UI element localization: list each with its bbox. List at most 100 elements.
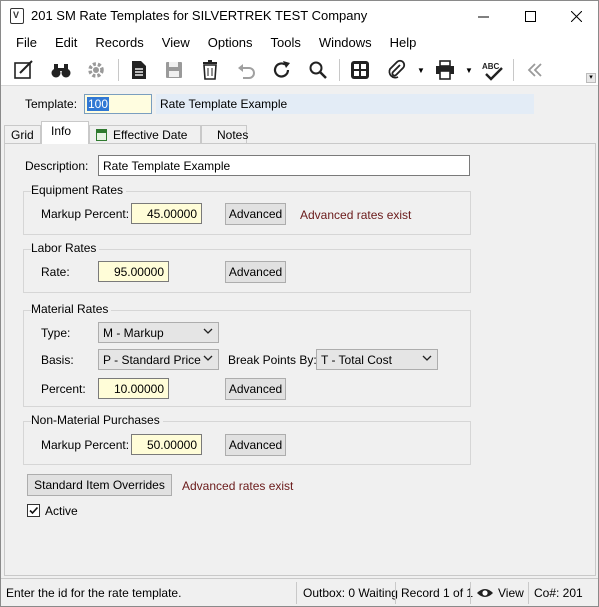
labor-rates-title: Labor Rates <box>31 241 100 255</box>
calendar-icon <box>96 129 107 141</box>
break-points-label: Break Points By: <box>228 353 317 367</box>
equipment-advanced-note: Advanced rates exist <box>300 208 412 222</box>
equipment-rates-title: Equipment Rates <box>31 183 127 197</box>
edit-icon <box>14 60 33 79</box>
toolbar: ▼ ▼ ABC ▾ <box>1 53 598 86</box>
find-button[interactable] <box>48 57 74 83</box>
chevron-down-icon <box>203 355 213 361</box>
material-percent-field[interactable]: 10.00000 <box>98 378 169 399</box>
rate-templates-window: 201 SM Rate Templates for SILVERTREK TES… <box>0 0 599 607</box>
toolbar-overflow-arrow[interactable]: ▾ <box>586 73 596 83</box>
active-label: Active <box>45 504 78 518</box>
description-label: Description: <box>25 159 89 173</box>
labor-rate-label: Rate: <box>41 265 70 279</box>
window-title: 201 SM Rate Templates for SILVERTREK TES… <box>31 8 368 23</box>
calculator-icon <box>351 61 369 79</box>
active-checkbox[interactable] <box>27 504 40 517</box>
menu-file[interactable]: File <box>7 35 46 50</box>
collapse-icon <box>527 63 542 77</box>
close-icon <box>570 10 582 22</box>
title-bar: 201 SM Rate Templates for SILVERTREK TES… <box>1 1 598 31</box>
svg-text:ABC: ABC <box>482 62 500 71</box>
minimize-button[interactable] <box>460 1 506 31</box>
print-dropdown-icon[interactable]: ▼ <box>465 66 473 75</box>
attachment-icon <box>388 59 406 79</box>
menu-view[interactable]: View <box>153 35 199 50</box>
info-panel: Description: Rate Template Example Equip… <box>4 143 596 576</box>
material-basis-select[interactable]: P - Standard Price <box>98 349 219 370</box>
template-description-display: Rate Template Example <box>156 94 534 114</box>
tab-info[interactable]: Info <box>41 121 89 144</box>
settings-button[interactable] <box>83 57 109 83</box>
calculator-button[interactable] <box>347 57 373 83</box>
material-advanced-button[interactable]: Advanced <box>225 378 286 400</box>
equipment-markup-field[interactable]: 45.00000 <box>131 203 202 224</box>
description-field[interactable]: Rate Template Example <box>98 155 470 176</box>
nonmaterial-advanced-button[interactable]: Advanced <box>225 434 286 456</box>
record-position: Record 1 of 1 <box>401 586 474 600</box>
refresh-icon <box>273 61 290 78</box>
labor-advanced-button[interactable]: Advanced <box>225 261 286 283</box>
search-button[interactable] <box>305 57 331 83</box>
attachment-button[interactable] <box>383 57 409 83</box>
menu-windows[interactable]: Windows <box>310 35 381 50</box>
checkmark-icon <box>29 506 39 515</box>
nonmaterial-markup-field[interactable]: 50.00000 <box>131 434 202 455</box>
save-button[interactable] <box>161 57 187 83</box>
attachment-dropdown-icon[interactable]: ▼ <box>417 66 425 75</box>
material-type-select[interactable]: M - Markup <box>98 322 219 343</box>
new-document-button[interactable] <box>126 57 152 83</box>
maximize-icon <box>524 10 536 22</box>
menu-edit[interactable]: Edit <box>46 35 86 50</box>
break-points-select[interactable]: T - Total Cost <box>316 349 438 370</box>
menu-tools[interactable]: Tools <box>262 35 310 50</box>
overrides-advanced-note: Advanced rates exist <box>182 479 294 493</box>
delete-icon <box>203 60 217 80</box>
material-percent-label: Percent: <box>41 382 86 396</box>
company-number: Co#: 201 <box>534 586 583 600</box>
document-icon <box>132 61 146 79</box>
menu-bar: File Edit Records View Options Tools Win… <box>1 31 598 53</box>
tab-effective-date[interactable]: Effective Date <box>89 125 201 143</box>
minimize-icon <box>477 16 489 17</box>
equipment-markup-label: Markup Percent: <box>41 207 130 221</box>
tab-strip: Grid Info Effective Date Notes <box>1 121 598 144</box>
close-button[interactable] <box>553 1 599 31</box>
undo-icon <box>238 64 255 79</box>
menu-help[interactable]: Help <box>381 35 426 50</box>
menu-records[interactable]: Records <box>86 35 152 50</box>
app-document-v-icon <box>10 8 24 24</box>
chevron-down-icon <box>422 355 432 361</box>
template-label: Template: <box>25 97 78 111</box>
eye-icon <box>477 589 493 597</box>
equipment-advanced-button[interactable]: Advanced <box>225 203 286 225</box>
menu-options[interactable]: Options <box>199 35 262 50</box>
nonmaterial-purchases-title: Non-Material Purchases <box>31 413 163 427</box>
maximize-button[interactable] <box>507 1 553 31</box>
spellcheck-button[interactable]: ABC <box>480 57 506 83</box>
print-button[interactable] <box>432 57 458 83</box>
outbox-status[interactable]: Outbox: 0 Waiting <box>303 579 398 607</box>
labor-rate-field[interactable]: 95.00000 <box>98 261 169 282</box>
spellcheck-icon: ABC <box>482 62 503 81</box>
material-basis-label: Basis: <box>41 353 74 367</box>
status-message: Enter the id for the rate template. <box>6 586 182 600</box>
template-header: Template: 100 Rate Template Example <box>1 87 598 121</box>
nonmaterial-markup-label: Markup Percent: <box>41 438 130 452</box>
chevron-down-icon <box>203 328 213 334</box>
standard-item-overrides-button[interactable]: Standard Item Overrides <box>27 474 172 496</box>
material-type-label: Type: <box>41 326 71 340</box>
collapse-button[interactable] <box>522 57 548 83</box>
tab-notes[interactable]: Notes <box>201 125 248 143</box>
view-toggle[interactable]: View <box>476 579 524 607</box>
tab-grid[interactable]: Grid <box>4 125 41 143</box>
refresh-button[interactable] <box>269 57 295 83</box>
undo-button[interactable] <box>233 57 259 83</box>
material-rates-title: Material Rates <box>31 302 112 316</box>
edit-button[interactable] <box>11 57 37 83</box>
gear-icon <box>88 62 104 78</box>
delete-button[interactable] <box>197 57 223 83</box>
print-icon <box>436 60 454 80</box>
search-icon <box>309 61 327 79</box>
template-id-input[interactable]: 100 <box>84 94 152 114</box>
